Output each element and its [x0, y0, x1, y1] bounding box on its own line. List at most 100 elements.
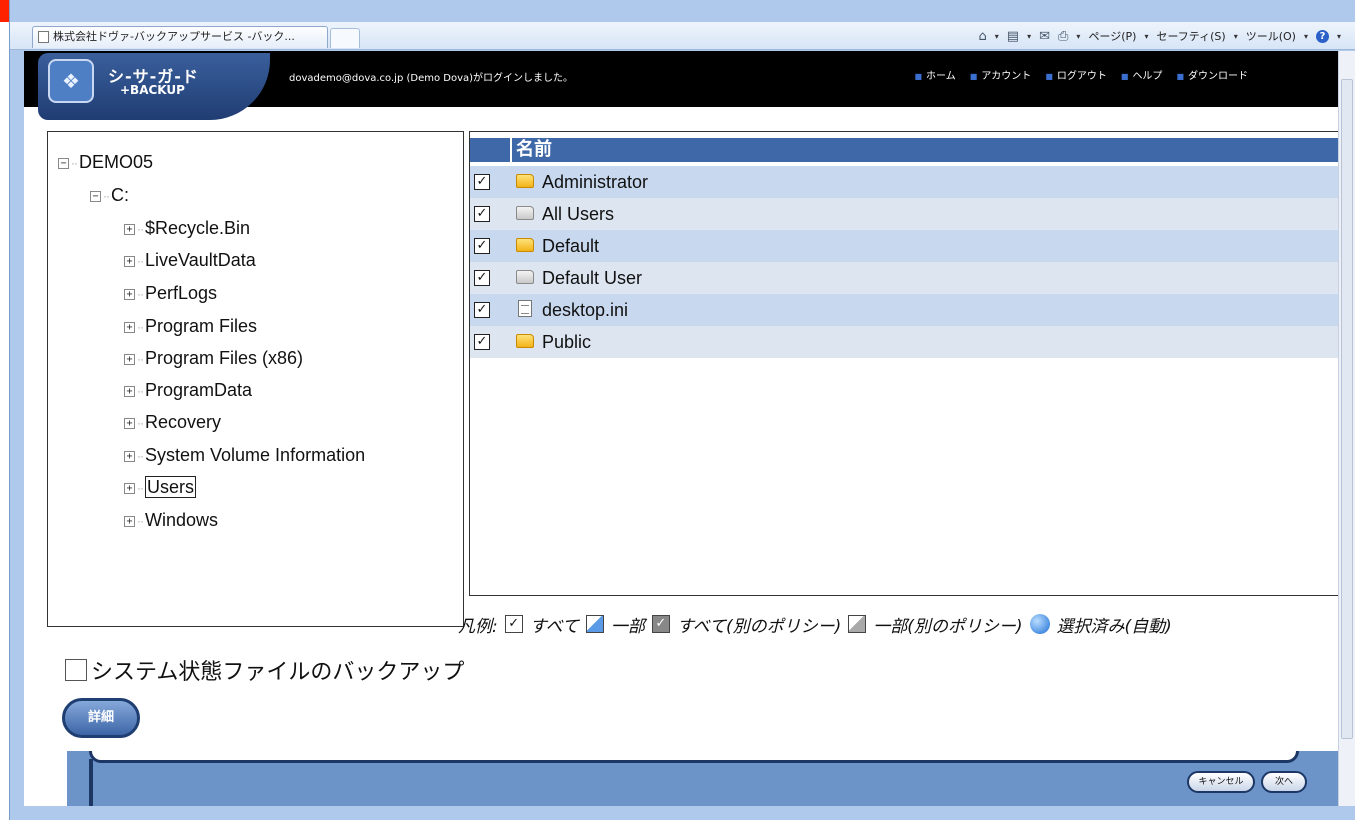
row-checkbox[interactable]: ✓ — [474, 174, 490, 190]
file-row[interactable]: ✓ Administrator — [470, 166, 1338, 198]
browser-toolbar: 株式会社ドヴァ-バックアップサービス -バック... ⌂ ▾ ▤ ▾ ✉ ⎙ ▾ ペー… — [10, 22, 1355, 50]
legend-all-other-policy: すべて(別のポリシー) — [676, 616, 842, 637]
collapse-icon[interactable]: − — [90, 190, 101, 202]
scrollbar-thumb[interactable] — [1341, 79, 1353, 739]
file-name: Default — [542, 236, 600, 256]
row-checkbox[interactable]: ✓ — [474, 302, 490, 318]
system-state-checkbox[interactable] — [65, 659, 87, 681]
file-row[interactable]: ✓ Public — [470, 326, 1338, 358]
tree-node-label: C: — [111, 185, 129, 205]
tree-line: ·· — [137, 481, 144, 496]
help-icon[interactable]: ? — [1315, 29, 1329, 43]
mail-icon[interactable]: ✉ — [1039, 29, 1050, 44]
expand-icon[interactable]: + — [124, 515, 135, 527]
legend-all-other-checkbox-icon: ✓ — [651, 615, 670, 633]
tree-node-drive[interactable]: − ·· C: — [90, 183, 129, 208]
collapse-icon[interactable]: − — [58, 157, 69, 169]
file-row[interactable]: ✓ Default — [470, 230, 1338, 262]
tab-title: 株式会社ドヴァ-バックアップサービス -バック... — [53, 30, 295, 43]
nav-logout[interactable]: ■ ログアウト — [1045, 67, 1107, 82]
expand-icon[interactable]: + — [124, 288, 135, 300]
footer-panel-edge — [89, 751, 1299, 763]
expand-icon[interactable]: + — [124, 353, 135, 365]
new-tab-button[interactable] — [330, 28, 360, 48]
gray-folder-icon — [516, 270, 534, 284]
expand-icon[interactable]: + — [124, 321, 135, 333]
details-button[interactable]: 詳細 — [62, 698, 140, 738]
nav-download[interactable]: ■ ダウンロード — [1176, 67, 1248, 82]
next-button[interactable]: 次へ — [1261, 771, 1307, 793]
tree-node-folder[interactable]: + ·· ProgramData — [124, 378, 252, 403]
row-checkbox[interactable]: ✓ — [474, 206, 490, 222]
file-row[interactable]: ✓ All Users — [470, 198, 1338, 230]
expand-icon[interactable]: + — [124, 255, 135, 267]
folder-tree-panel: − ·· DEMO05 − ·· C: + ·· $Recycle.Bin + ·· LiveV… — [47, 131, 464, 627]
expand-icon[interactable]: + — [124, 450, 135, 462]
login-status: dovademo@dova.co.jp (Demo Dova)がログインしました… — [289, 73, 574, 84]
print-icon[interactable]: ⎙ — [1058, 29, 1068, 44]
tree-node-folder[interactable]: + ·· System Volume Information — [124, 443, 365, 468]
tree-node-root[interactable]: − ·· DEMO05 — [58, 150, 153, 175]
tools-menu[interactable]: ツール(O) — [1246, 28, 1296, 44]
tree-node-folder[interactable]: + ·· LiveVaultData — [124, 248, 256, 273]
tree-node-label: Recovery — [145, 412, 222, 432]
expand-icon[interactable]: + — [124, 482, 135, 494]
bullet-icon: ■ — [914, 72, 923, 81]
row-checkbox[interactable]: ✓ — [474, 238, 490, 254]
chevron-down-icon[interactable]: ▾ — [1337, 32, 1341, 41]
expand-icon[interactable]: + — [124, 223, 135, 235]
tree-node-folder[interactable]: + ·· PerfLogs — [124, 281, 217, 306]
header-nav: ■ ホーム ■ アカウント ■ ログアウト ■ ヘルプ ■ ダウンロード — [914, 67, 1248, 82]
expand-icon[interactable]: + — [124, 417, 135, 429]
tree-node-label: Program Files — [145, 316, 258, 336]
safety-menu[interactable]: セーフティ(S) — [1156, 28, 1225, 44]
row-checkbox[interactable]: ✓ — [474, 334, 490, 350]
tree-node-label: LiveVaultData — [145, 250, 256, 270]
file-name: desktop.ini — [542, 300, 629, 320]
file-name: All Users — [542, 204, 615, 224]
home-icon[interactable]: ⌂ — [979, 29, 987, 44]
tree-node-folder[interactable]: + ·· Windows — [124, 508, 218, 533]
cancel-button[interactable]: キャンセル — [1187, 771, 1255, 793]
tree-node-folder[interactable]: + ·· $Recycle.Bin — [124, 216, 250, 241]
nav-label: ヘルプ — [1132, 71, 1163, 82]
chevron-down-icon: ▾ — [1144, 31, 1149, 41]
chevron-down-icon[interactable]: ▾ — [1027, 32, 1031, 41]
nav-home[interactable]: ■ ホーム — [914, 67, 955, 82]
tree-node-folder[interactable]: + ·· Program Files (x86) — [124, 346, 303, 371]
list-header: 名前 — [470, 138, 1338, 162]
file-list-panel: 名前 ✓ Administrator ✓ All Users ✓ Default… — [469, 131, 1338, 596]
browser-tab[interactable]: 株式会社ドヴァ-バックアップサービス -バック... — [32, 26, 328, 48]
chevron-down-icon: ▾ — [1303, 31, 1308, 41]
logo-emblem-icon: ❖ — [48, 59, 94, 103]
tree-line: ·· — [137, 287, 144, 302]
nav-help[interactable]: ■ ヘルプ — [1121, 67, 1163, 82]
tree-node-folder[interactable]: + ·· Recovery — [124, 410, 221, 435]
file-row[interactable]: ✓ desktop.ini — [470, 294, 1338, 326]
tree-line: ·· — [137, 254, 144, 269]
chevron-down-icon[interactable]: ▾ — [1076, 32, 1080, 41]
tree-node-folder[interactable]: + ·· Users — [124, 475, 197, 500]
chevron-down-icon[interactable]: ▾ — [995, 32, 999, 41]
tree-node-folder[interactable]: + ·· Program Files — [124, 314, 257, 339]
expand-icon[interactable]: + — [124, 385, 135, 397]
bullet-icon: ■ — [969, 72, 978, 81]
legend-all-checkbox-icon: ✓ — [504, 615, 523, 633]
column-header-name[interactable]: 名前 — [510, 138, 552, 162]
chevron-down-icon: ▾ — [1233, 31, 1238, 41]
folder-icon — [516, 174, 534, 188]
file-row[interactable]: ✓ Default User — [470, 262, 1338, 294]
system-state-option[interactable]: システム状態ファイルのバックアップ — [65, 654, 464, 686]
red-marker — [0, 0, 9, 22]
tree-node-label-selected: Users — [145, 476, 197, 498]
legend-partial-other-policy: 一部(別のポリシー) — [873, 616, 1023, 637]
folder-icon — [516, 238, 534, 252]
vertical-scrollbar[interactable] — [1338, 51, 1355, 806]
tree-line: ·· — [137, 320, 144, 335]
nav-account[interactable]: ■ アカウント — [970, 67, 1032, 82]
nav-label: アカウント — [981, 71, 1032, 82]
row-checkbox[interactable]: ✓ — [474, 270, 490, 286]
feeds-icon[interactable]: ▤ — [1007, 29, 1019, 44]
page-menu[interactable]: ページ(P) — [1088, 28, 1136, 44]
gray-folder-icon — [516, 206, 534, 220]
